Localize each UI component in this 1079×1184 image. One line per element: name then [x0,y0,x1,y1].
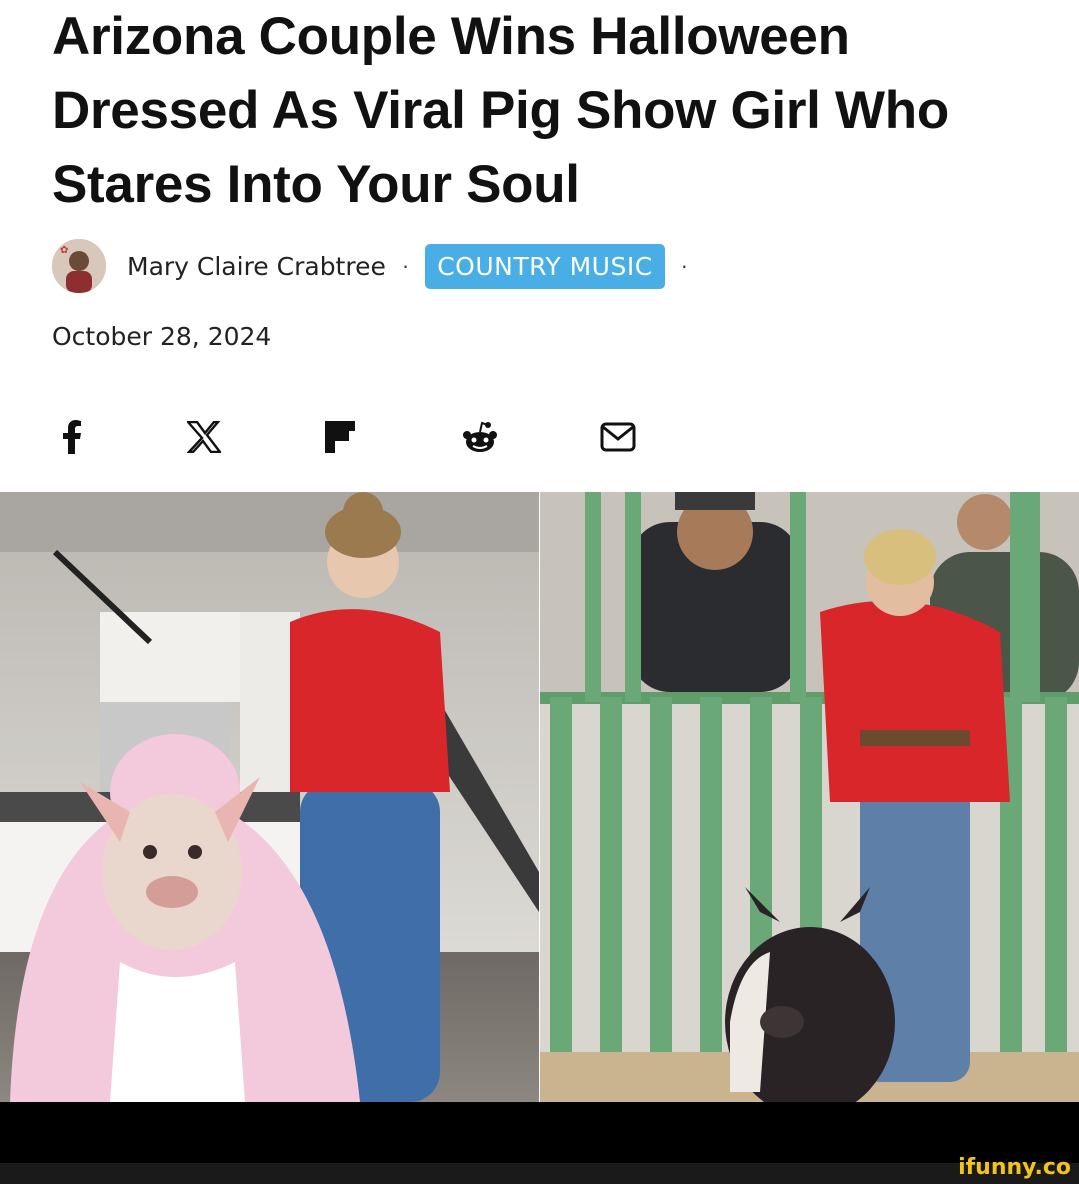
x-icon[interactable] [182,417,226,457]
pig-costume-couple-photo [0,492,539,1102]
separator: · [401,253,410,278]
reddit-icon[interactable] [458,417,502,457]
ifunny-watermark: ifunny.co [958,1155,1071,1180]
byline: ✿ Mary Claire Crabtree · COUNTRY MUSIC · [52,239,704,293]
facebook-icon[interactable] [52,417,92,457]
watermark-strip [0,1163,1079,1184]
author-avatar[interactable]: ✿ [52,239,106,293]
pig-show-girl-photo [540,492,1079,1102]
author-name[interactable]: Mary Claire Crabtree [127,252,386,281]
flipboard-icon[interactable] [318,417,362,457]
article-headline: Arizona Couple Wins Halloween Dressed As… [52,7,949,214]
svg-text:✿: ✿ [60,245,68,256]
separator-2: · [680,253,688,278]
category-tag[interactable]: COUNTRY MUSIC [425,243,665,289]
publish-date: October 28, 2024 [52,322,272,351]
email-icon[interactable] [596,417,640,457]
